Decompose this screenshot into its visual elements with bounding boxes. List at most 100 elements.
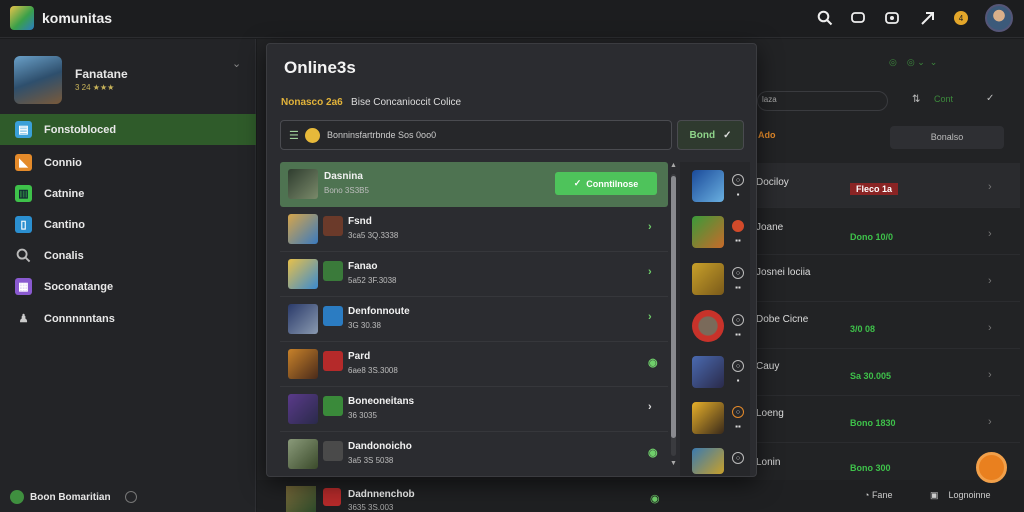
bg-search-input[interactable]: laza	[757, 91, 888, 111]
list-item[interactable]: Dandonoicho 3a5 3S 5038 ◉	[280, 432, 668, 477]
profile-avatar[interactable]	[14, 56, 62, 104]
panel-thumbnail[interactable]	[692, 216, 724, 248]
thumbnail-small	[323, 488, 341, 506]
list-item[interactable]: Denfonnoute 3G 30.38 ›	[280, 297, 668, 342]
bg-header-controls[interactable]: ◎ ◎ ⌄ ⌄	[889, 57, 1009, 73]
subtitle-rest: Bise Concanioccit Colice	[351, 97, 462, 108]
sidebar-item-7[interactable]: ♟ Connnnntans	[0, 303, 256, 334]
bg-list-tag: Bono 1830	[850, 418, 896, 428]
list-item[interactable]: Pard 6ae8 3S.3008 ◉	[280, 342, 668, 387]
thumbnail-small	[323, 441, 343, 461]
camera-icon[interactable]	[882, 8, 902, 28]
list-item[interactable]: Dasnina Bono 3S3B5 ✓ Conntilnose	[280, 162, 668, 207]
info-icon[interactable]: ○	[732, 360, 744, 372]
connect-button[interactable]: ✓ Conntilnose	[555, 172, 657, 195]
search-icon[interactable]	[815, 8, 835, 28]
list-item[interactable]: Boneoneitans 36 3035 ›	[280, 387, 668, 432]
scroll-up-icon[interactable]: ▲	[670, 162, 677, 169]
chevron-right-icon: ›	[988, 369, 992, 381]
footer-left[interactable]: ◔ Fane	[864, 490, 892, 500]
bg-top-right[interactable]: Cont	[934, 94, 953, 104]
row-name: Denfonnoute	[348, 306, 410, 317]
panel-thumbnail[interactable]	[692, 263, 724, 295]
sidebar-item-4[interactable]: ▯ Cantino	[0, 209, 256, 240]
list-item[interactable]: Fsnd 3ca5 3Q.3338 ›	[280, 207, 668, 252]
panel-thumbnail[interactable]	[692, 170, 724, 202]
subtitle-highlight: Nonasco 2a6	[281, 97, 343, 108]
panel-thumbnail[interactable]	[692, 402, 724, 434]
thumbnail-small	[323, 216, 343, 236]
bg-orange-label: Ado	[758, 130, 776, 140]
menu-icon[interactable]: ▪	[732, 376, 744, 386]
thumbnail	[286, 486, 316, 512]
alert-icon[interactable]	[732, 220, 744, 232]
chevron-right-icon: ›	[988, 228, 992, 240]
settings-icon[interactable]	[124, 491, 137, 503]
sort-icon[interactable]: ⇅	[912, 94, 920, 105]
menu-icon[interactable]: ▪▪	[732, 283, 744, 293]
thumbnail-small	[323, 351, 343, 371]
row-name: Fsnd	[348, 216, 372, 227]
sidebar-footer-label: Boon Bomaritian	[30, 491, 111, 503]
info-icon[interactable]: ○	[732, 314, 744, 326]
search-icon	[15, 247, 32, 264]
panel-thumbnail[interactable]	[692, 356, 724, 388]
footer-right[interactable]: ▣ Lognoinne	[930, 490, 991, 501]
chevron-right-icon: ›	[648, 266, 652, 278]
sidebar-item-6[interactable]: ▦ Soconatange	[0, 271, 256, 302]
sidebar-item-1[interactable]: ▤ Fonstobloced	[0, 114, 256, 145]
connect-label: Conntilnose	[586, 178, 639, 189]
check-icon[interactable]: ✓	[986, 93, 994, 104]
info-icon[interactable]: ○	[732, 267, 744, 279]
bg-list-label: Josnei lociia	[756, 267, 811, 278]
scrollbar[interactable]: ▲ ▼	[670, 162, 678, 472]
sidebar-footer[interactable]: Boon Bomaritian	[10, 490, 137, 504]
bg-list-label: Dociloy	[756, 177, 789, 188]
check-icon: ✓	[723, 129, 732, 141]
info-icon[interactable]: ○	[732, 174, 744, 186]
bg-list-tag: Sa 30.005	[850, 371, 892, 381]
info-icon[interactable]: ○	[732, 452, 744, 464]
status-icon	[10, 490, 24, 504]
app-logo	[10, 6, 34, 30]
bg-list-label: Dobe Cicne	[756, 314, 809, 325]
bg-list-label: Joane	[756, 222, 784, 233]
row-name: Pard	[348, 351, 371, 362]
sidebar: Fanatane 3 24 ★★★ ⌄ ▤ Fonstobloced ◣ Con…	[0, 39, 256, 512]
filter-label: Bond	[689, 129, 716, 141]
sidebar-item-3[interactable]: ▥ Catnine	[0, 178, 256, 209]
row-date: 36 3035	[348, 411, 377, 420]
row-date: 3ca5 3Q.3338	[348, 231, 399, 240]
alert-icon[interactable]: ○	[732, 406, 744, 418]
profile-name: Fanatane	[75, 67, 128, 81]
collapse-icon[interactable]: ⌄	[232, 57, 241, 70]
sidebar-item-5[interactable]: Conalis	[0, 240, 256, 271]
search-text: Bonninsfartrbnde Sos 0oo0	[327, 130, 437, 140]
sidebar-item-2[interactable]: ◣ Connio	[0, 147, 256, 178]
list-item[interactable]: Fanao 5a52 3F.3038 ›	[280, 252, 668, 297]
filter-button[interactable]: Bond ✓	[677, 120, 744, 150]
row-date: 3a5 3S 5038	[348, 456, 394, 465]
send-icon[interactable]	[917, 8, 937, 28]
panel-thumbnail[interactable]	[692, 310, 724, 342]
bg-list-tag: 3/0 08	[850, 324, 876, 334]
menu-icon[interactable]: ▪▪	[732, 330, 744, 340]
user-avatar[interactable]	[985, 4, 1013, 32]
notification-icon[interactable]: 4	[951, 8, 971, 28]
modal-search-input[interactable]: ☰ Bonninsfartrbnde Sos 0oo0	[280, 120, 672, 150]
scroll-down-icon[interactable]: ▼	[670, 460, 677, 467]
chat-icon[interactable]	[848, 8, 868, 28]
menu-icon[interactable]: ▪▪	[732, 236, 744, 246]
online-modal: Online3s Nonasco 2a6 Bise Concanioccit C…	[266, 43, 757, 477]
menu-icon[interactable]: ▪	[732, 190, 744, 200]
menu-icon[interactable]: ▪▪	[732, 422, 744, 432]
sidebar-item-label: Connio	[44, 156, 82, 169]
thumbnail	[288, 214, 318, 244]
row-date: 5a52 3F.3038	[348, 276, 397, 285]
svg-text:4: 4	[959, 14, 964, 23]
panel-thumbnail[interactable]	[692, 448, 724, 474]
scroll-thumb[interactable]	[671, 176, 676, 438]
bg-button[interactable]: Bonalso	[890, 126, 1004, 149]
floating-action-button[interactable]	[976, 452, 1007, 483]
thumbnail-small	[323, 261, 343, 281]
